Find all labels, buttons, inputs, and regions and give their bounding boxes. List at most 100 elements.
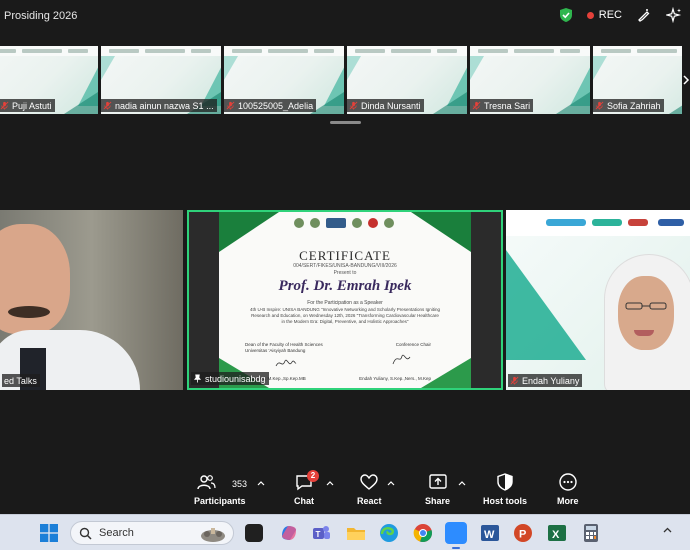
windows-taskbar: Search T W P X — [0, 514, 690, 550]
host-tools-button[interactable]: Host tools — [483, 472, 527, 506]
certificate: CERTIFICATE 004/SERT/FIKES/UNISA-BANDUNG… — [219, 212, 471, 388]
host-tools-label: Host tools — [483, 496, 527, 506]
svg-text:W: W — [484, 529, 495, 541]
share-screen-icon — [428, 474, 447, 489]
search-highlight-icon — [201, 528, 225, 542]
security-shield-icon[interactable] — [559, 7, 573, 23]
chat-label: Chat — [294, 496, 314, 506]
pin-icon — [193, 374, 202, 383]
signature-scribble-left — [275, 359, 297, 367]
search-icon — [79, 527, 92, 540]
title-bar-controls: REC — [559, 7, 682, 23]
window-title: Prosiding 2026 — [4, 10, 78, 22]
edge-icon[interactable] — [378, 522, 400, 544]
mic-muted-icon — [226, 101, 235, 110]
participants-icon — [197, 475, 216, 490]
participant-tile[interactable]: nadia ainun nazwa S1 ... — [101, 46, 221, 114]
participant-name: Tresna Sari — [484, 100, 531, 111]
zoom-icon[interactable] — [445, 522, 467, 544]
ai-companion-sparkle-icon[interactable] — [666, 7, 682, 23]
zoom-active-indicator — [452, 547, 460, 549]
react-caret-icon[interactable] — [387, 480, 395, 486]
participants-caret-icon[interactable] — [257, 480, 265, 486]
certificate-purpose: For the Participation as a Speaker — [307, 300, 383, 306]
participant-name: ed Talks — [4, 375, 37, 386]
participant-filmstrip: Puji Astuti nadia ainun nazwa S1 ... 100… — [0, 46, 690, 114]
participants-label: Participants — [194, 496, 246, 506]
more-button[interactable]: More — [557, 472, 579, 506]
svg-text:T: T — [316, 530, 321, 539]
windows-start-icon[interactable] — [40, 524, 58, 542]
taskbar-search-box[interactable]: Search — [70, 521, 234, 545]
powerpoint-icon[interactable]: P — [512, 522, 534, 544]
word-icon[interactable]: W — [479, 522, 501, 544]
host-shield-icon — [497, 473, 513, 491]
signature-right-role: Conference Chair — [395, 342, 431, 347]
participant-name: 100525005_Adelia — [238, 100, 314, 111]
react-label: React — [357, 496, 382, 506]
task-view-icon[interactable] — [245, 524, 263, 542]
participant-name: Sofia Zahriah — [607, 100, 661, 111]
video-tile-left[interactable]: ed Talks — [0, 210, 183, 390]
svg-text:X: X — [552, 529, 560, 541]
participant-name-tag: Dinda Nursanti — [347, 99, 424, 112]
meeting-control-bar: Participants 353 Chat 2 React Share Host… — [0, 468, 690, 512]
certificate-number: 004/SERT/FIKES/UNISA-BANDUNG/VIII/2026 — [293, 263, 397, 269]
signature-left: Dean of the Faculty of Health Sciences U… — [245, 342, 323, 354]
video-tile-right[interactable]: Endah Yuliany — [506, 210, 690, 390]
mic-muted-icon — [510, 376, 519, 385]
mic-muted-icon — [595, 101, 604, 110]
certificate-present-to: Present to — [333, 270, 357, 276]
copilot-icon[interactable] — [278, 522, 300, 544]
participant-name-tag: Sofia Zahriah — [593, 99, 664, 112]
certificate-title: CERTIFICATE — [299, 248, 391, 263]
calculator-icon[interactable] — [580, 522, 602, 544]
mic-muted-icon — [103, 101, 112, 110]
gallery-row: ed Talks CERTIFICATE 004/SERT/FIKES/UNIS… — [0, 210, 690, 390]
chrome-icon[interactable] — [412, 522, 434, 544]
zoom-meeting-window: Prosiding 2026 REC Puji Astuti nadia ain… — [0, 0, 690, 550]
recording-label: REC — [598, 9, 622, 21]
participant-name-tag: ed Talks — [2, 374, 40, 387]
participant-tile[interactable]: Tresna Sari — [470, 46, 590, 114]
participant-name: studiounisabdg — [205, 373, 266, 384]
participant-name-tag: studiounisabdg — [191, 372, 269, 385]
excel-icon[interactable]: X — [546, 522, 568, 544]
filmstrip-resize-handle[interactable] — [330, 121, 361, 124]
participant-name-tag: Tresna Sari — [470, 99, 534, 112]
react-button[interactable]: React — [357, 472, 382, 506]
participant-name: Endah Yuliany — [522, 375, 580, 386]
teams-icon[interactable]: T — [310, 522, 332, 544]
participants-button[interactable]: Participants — [194, 472, 246, 506]
participant-name: Puji Astuti — [12, 100, 52, 111]
share-caret-icon[interactable] — [458, 480, 466, 486]
heart-icon — [360, 474, 378, 490]
participants-count: 353 — [232, 479, 248, 489]
participant-tile[interactable]: Sofia Zahriah — [593, 46, 690, 114]
search-placeholder: Search — [99, 527, 134, 539]
participant-name-tag: 100525005_Adelia — [224, 99, 317, 112]
chat-caret-icon[interactable] — [326, 480, 334, 486]
filmstrip-next-arrow-icon[interactable] — [682, 46, 690, 114]
participant-name: Dinda Nursanti — [361, 100, 421, 111]
mic-muted-icon — [349, 101, 358, 110]
certificate-recipient: Prof. Dr. Emrah Ipek — [278, 278, 412, 294]
institution-logos — [289, 218, 399, 228]
more-ellipsis-icon — [559, 473, 577, 491]
signature-right-name: Endah Yuliany, S.Kep.,Ners., M.Kep — [359, 376, 431, 381]
participant-tile[interactable]: 100525005_Adelia — [224, 46, 344, 114]
signature-scribble-right — [392, 354, 411, 365]
annotate-pen-icon[interactable] — [636, 7, 652, 23]
title-bar: Prosiding 2026 REC — [0, 0, 690, 32]
show-hidden-icons-chevron-icon[interactable] — [663, 527, 672, 533]
recording-dot-icon — [586, 11, 594, 19]
participant-name-tag: Endah Yuliany — [508, 374, 583, 387]
share-button[interactable]: Share — [425, 472, 450, 506]
file-explorer-icon[interactable] — [345, 522, 367, 544]
participant-name: nadia ainun nazwa S1 ... — [115, 100, 214, 111]
participant-tile[interactable]: Dinda Nursanti — [347, 46, 467, 114]
video-tile-shared-certificate[interactable]: CERTIFICATE 004/SERT/FIKES/UNISA-BANDUNG… — [187, 210, 503, 390]
mic-muted-icon — [472, 101, 481, 110]
participant-tile[interactable]: Puji Astuti — [0, 46, 98, 114]
recording-indicator[interactable]: REC — [586, 9, 622, 21]
